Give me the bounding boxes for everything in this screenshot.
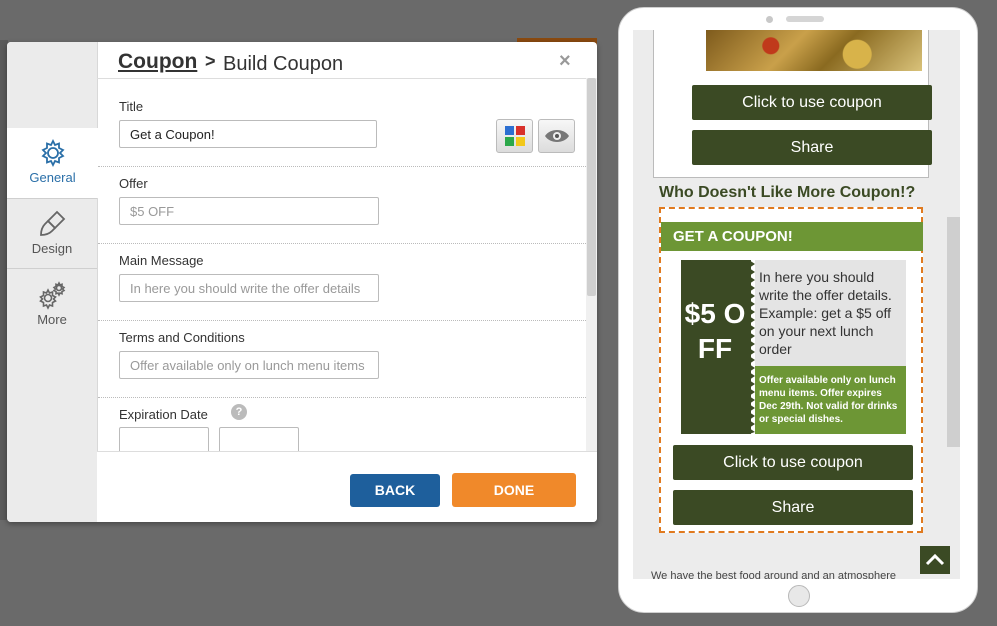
coupon-banner: GET A COUPON!	[661, 222, 923, 251]
main-message-input[interactable]: In here you should write the offer detai…	[119, 274, 379, 302]
sidebar-item-label: Design	[31, 241, 73, 256]
done-button[interactable]: DONE	[452, 473, 576, 507]
breadcrumb-separator: >	[205, 51, 216, 71]
scroll-to-top-button[interactable]	[920, 546, 950, 574]
expiration-date-input[interactable]	[119, 427, 209, 451]
offer-input[interactable]: $5 OFF	[119, 197, 379, 225]
phone-screen: Click to use coupon Share Who Doesn't Li…	[633, 30, 960, 579]
coupon-form: Title Get a Coupon! Offer $5 OFF Main Me…	[98, 78, 586, 451]
dialog-header: Coupon > Build Coupon ×	[97, 42, 597, 79]
coupon-amount: $5 OFF	[684, 298, 746, 364]
field-label: Title	[119, 99, 144, 114]
help-icon[interactable]: ?	[231, 404, 247, 420]
breadcrumb-link-coupon[interactable]: Coupon	[118, 50, 197, 74]
coupon-amount-panel: $5 OFF	[681, 260, 751, 434]
section-title: Who Doesn't Like More Coupon!?	[659, 184, 916, 201]
food-image	[706, 30, 922, 71]
field-label: Terms and Conditions	[119, 330, 245, 345]
form-scrollbar-thumb[interactable]	[587, 78, 596, 296]
field-label: Expiration Date	[119, 407, 208, 422]
back-button[interactable]: BACK	[350, 474, 440, 507]
terms-field-group: Terms and Conditions Offer available onl…	[98, 320, 586, 398]
expiration-time-input[interactable]	[219, 427, 299, 451]
phone-speaker	[786, 16, 824, 22]
offer-field-group: Offer $5 OFF	[98, 166, 586, 244]
expiration-field-group: Expiration Date ?	[98, 397, 586, 451]
sidebar-item-design[interactable]: Design	[7, 199, 97, 269]
share-button[interactable]: Share	[692, 130, 932, 165]
use-coupon-button[interactable]: Click to use coupon	[673, 445, 913, 480]
selected-coupon-block[interactable]: GET A COUPON! $5 OFF In here you should …	[659, 207, 923, 533]
title-input[interactable]: Get a Coupon!	[119, 120, 377, 148]
brush-icon	[40, 210, 66, 236]
chevron-up-icon	[925, 553, 945, 566]
terms-input[interactable]: Offer available only on lunch menu items	[119, 351, 379, 379]
main-message-field-group: Main Message In here you should write th…	[98, 243, 586, 321]
use-coupon-button[interactable]: Click to use coupon	[692, 85, 932, 120]
field-label: Offer	[119, 176, 148, 191]
page-title: Build Coupon	[223, 53, 344, 75]
gear-icon	[40, 138, 65, 168]
preview-scrollbar[interactable]	[947, 217, 960, 447]
footer-text: We have the best food around and an atmo…	[651, 570, 897, 579]
close-icon[interactable]: ×	[559, 50, 571, 73]
coupon-message: In here you should write the offer detai…	[755, 260, 906, 366]
phone-camera	[766, 16, 773, 23]
title-field-group: Title Get a Coupon!	[98, 78, 586, 167]
sidebar-divider	[7, 268, 97, 269]
share-button[interactable]: Share	[673, 490, 913, 525]
phone-home-button	[788, 585, 810, 607]
eye-icon	[545, 130, 569, 142]
coupon-card: $5 OFF In here you should write the offe…	[681, 260, 906, 434]
color-palette-icon	[505, 126, 525, 146]
dialog-footer: BACK DONE	[97, 451, 597, 522]
gears-icon	[39, 281, 66, 310]
sidebar-item-more[interactable]: More	[7, 270, 97, 340]
previous-coupon-card: Click to use coupon Share	[653, 30, 932, 178]
sidebar-item-label: General	[29, 170, 76, 185]
field-label: Main Message	[119, 253, 204, 268]
color-picker-button[interactable]	[496, 119, 533, 153]
phone-preview-frame: Click to use coupon Share Who Doesn't Li…	[618, 7, 978, 613]
preview-visibility-button[interactable]	[538, 119, 575, 153]
sidebar-item-label: More	[37, 312, 67, 327]
coupon-terms: Offer available only on lunch menu items…	[755, 366, 906, 434]
sidebar-item-general[interactable]: General	[7, 128, 98, 198]
coupon-editor-dialog: General Design More Coupon > Build Coupo…	[7, 42, 597, 522]
editor-sidebar: General Design More	[7, 42, 98, 522]
